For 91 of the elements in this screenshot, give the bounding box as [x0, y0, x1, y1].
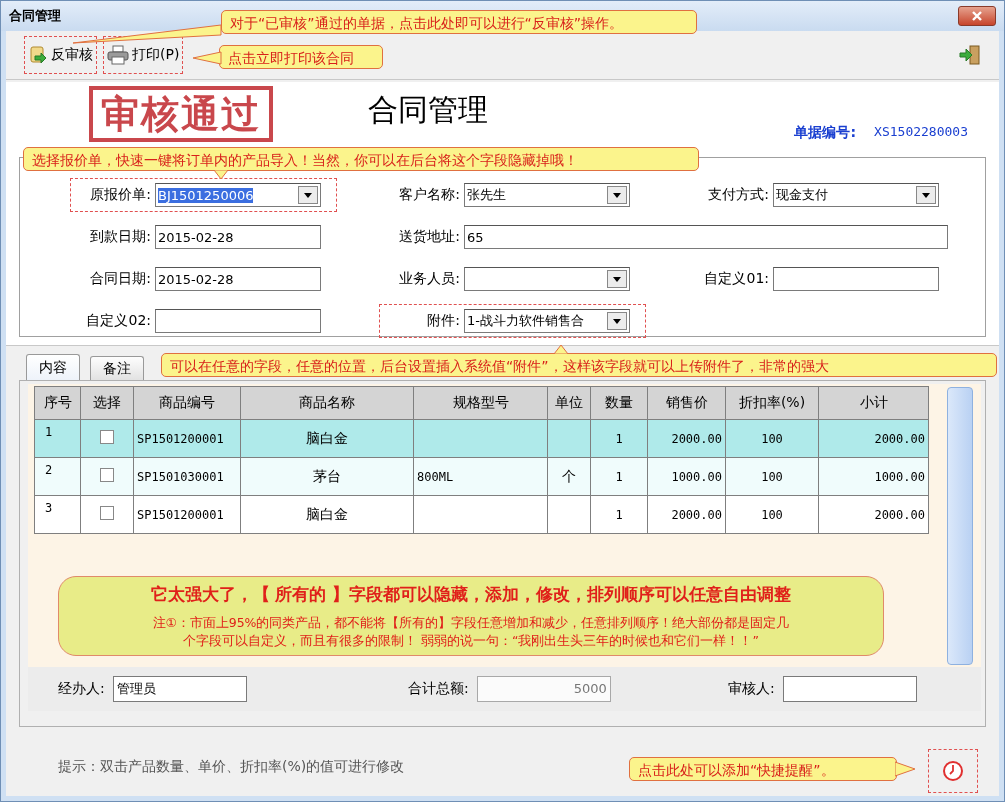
column-header: 商品名称	[240, 386, 414, 420]
text-field[interactable]	[782, 676, 917, 702]
callout-pointer	[553, 344, 569, 354]
table-cell: 800ML	[413, 457, 548, 496]
text-field[interactable]: 管理员	[112, 676, 247, 702]
caret-icon[interactable]	[298, 186, 318, 204]
callout-pointer	[213, 170, 229, 180]
field-label: 自定义01:	[703, 270, 769, 288]
field-label: 合计总额:	[408, 680, 469, 698]
close-button[interactable]	[958, 6, 996, 26]
table-cell: 2	[34, 457, 81, 496]
caret-icon[interactable]	[607, 312, 627, 330]
column-header: 数量	[590, 386, 648, 420]
document-number: XS1502280003	[874, 124, 968, 141]
close-icon	[971, 11, 983, 21]
table-cell: SP1501030001	[133, 457, 241, 496]
table-cell: 2000.00	[647, 419, 726, 458]
table-cell: 1000.00	[647, 457, 726, 496]
table-cell: 1	[590, 457, 648, 496]
field-label: 到款日期:	[89, 228, 151, 246]
printer-icon	[107, 45, 129, 65]
table-cell: 1	[590, 495, 648, 534]
callout-pointer	[895, 761, 917, 777]
table-row[interactable]: 1 SP1501200001 脑白金 1 2000.00 100 2000.00	[34, 419, 929, 458]
checkbox[interactable]	[100, 430, 114, 444]
text-field[interactable]: 2015-02-28	[155, 267, 321, 291]
field-label: 审核人:	[728, 680, 775, 698]
form-title: 合同管理	[368, 91, 488, 129]
column-header: 选择	[80, 386, 134, 420]
table-cell: 3	[34, 495, 81, 534]
table-cell: 个	[547, 457, 591, 496]
window-title: 合同管理	[9, 7, 61, 25]
table-cell: SP1501200001	[133, 419, 241, 458]
table-cell: 100	[725, 495, 819, 534]
caret-icon[interactable]	[607, 186, 627, 204]
table-cell: 100	[725, 457, 819, 496]
document-number-label: 单据编号:	[794, 124, 857, 142]
field-label: 合同日期:	[89, 270, 151, 288]
table-cell: 1	[34, 419, 81, 458]
table-cell: 1000.00	[818, 457, 929, 496]
dropdown-field[interactable]: BJ1501250006	[155, 183, 321, 207]
dropdown-field[interactable]	[464, 267, 630, 291]
dropdown-field[interactable]: 1-战斗力软件销售合	[464, 309, 630, 333]
column-header: 销售价	[647, 386, 726, 420]
callout: 对于“已审核”通过的单据，点击此处即可以进行“反审核”操作。	[221, 10, 697, 34]
notice-text: 注①：市面上95%的同类产品，都不能将【所有的】字段任意增加和减少，任意排列顺序！绝大部份都是固定几 个字段可以自定义，而且有很多的限制！ 弱弱的说一句：“我刚出生头三年的时候也和它们一样！！”	[152, 614, 790, 650]
table-cell: 2000.00	[818, 495, 929, 534]
field-label: 经办人:	[58, 680, 105, 698]
exit-door-icon[interactable]	[959, 45, 981, 65]
checkbox[interactable]	[100, 506, 114, 520]
approval-stamp: 审核通过	[89, 86, 273, 142]
field-label: 业务人员:	[398, 270, 460, 288]
field-label: 附件:	[426, 312, 460, 330]
caret-icon[interactable]	[916, 186, 936, 204]
checkbox[interactable]	[100, 468, 114, 482]
column-header: 序号	[34, 386, 81, 420]
text-field[interactable]	[773, 267, 939, 291]
column-header: 单位	[547, 386, 591, 420]
tab[interactable]: 内容	[26, 354, 80, 380]
table-row[interactable]: 2 SP1501030001 茅台 800ML 个 1 1000.00 100 1000.00	[34, 457, 929, 496]
notice-headline: 它太强大了，【 所有的 】字段都可以隐藏，添加，修改，排列顺序可以任意自由调整	[150, 583, 792, 606]
document-arrow-icon	[28, 45, 48, 65]
table-cell: 100	[725, 419, 819, 458]
dropdown-field[interactable]: 现金支付	[773, 183, 939, 207]
field-label: 支付方式:	[707, 186, 769, 204]
field-label: 自定义02:	[85, 312, 151, 330]
table-cell: 2000.00	[647, 495, 726, 534]
table-cell: 1	[590, 419, 648, 458]
table-cell: 2000.00	[818, 419, 929, 458]
scrollbar[interactable]	[947, 387, 973, 665]
column-header: 小计	[818, 386, 929, 420]
table-cell: 脑白金	[240, 495, 414, 534]
table-cell: 脑白金	[240, 419, 414, 458]
tab[interactable]: 备注	[90, 356, 144, 380]
text-field[interactable]: 2015-02-28	[155, 225, 321, 249]
table-cell: 茅台	[240, 457, 414, 496]
column-header: 规格型号	[413, 386, 548, 420]
table-row[interactable]: 3 SP1501200001 脑白金 1 2000.00 100 2000.00	[34, 495, 929, 534]
reminder-button[interactable]	[928, 749, 978, 793]
field-label: 客户名称:	[398, 186, 460, 204]
field-label: 原报价单:	[89, 186, 151, 204]
column-header: 折扣率(%)	[725, 386, 819, 420]
callout-pointer	[193, 51, 223, 65]
hint-text: 提示：双击产品数量、单价、折扣率(%)的值可进行修改	[58, 757, 405, 776]
field-label: 送货地址:	[398, 228, 460, 246]
column-header: 商品编号	[133, 386, 241, 420]
table-cell: SP1501200001	[133, 495, 241, 534]
text-field[interactable]	[155, 309, 321, 333]
caret-icon[interactable]	[607, 270, 627, 288]
dropdown-field[interactable]: 张先生	[464, 183, 630, 207]
text-field[interactable]: 65	[464, 225, 948, 249]
